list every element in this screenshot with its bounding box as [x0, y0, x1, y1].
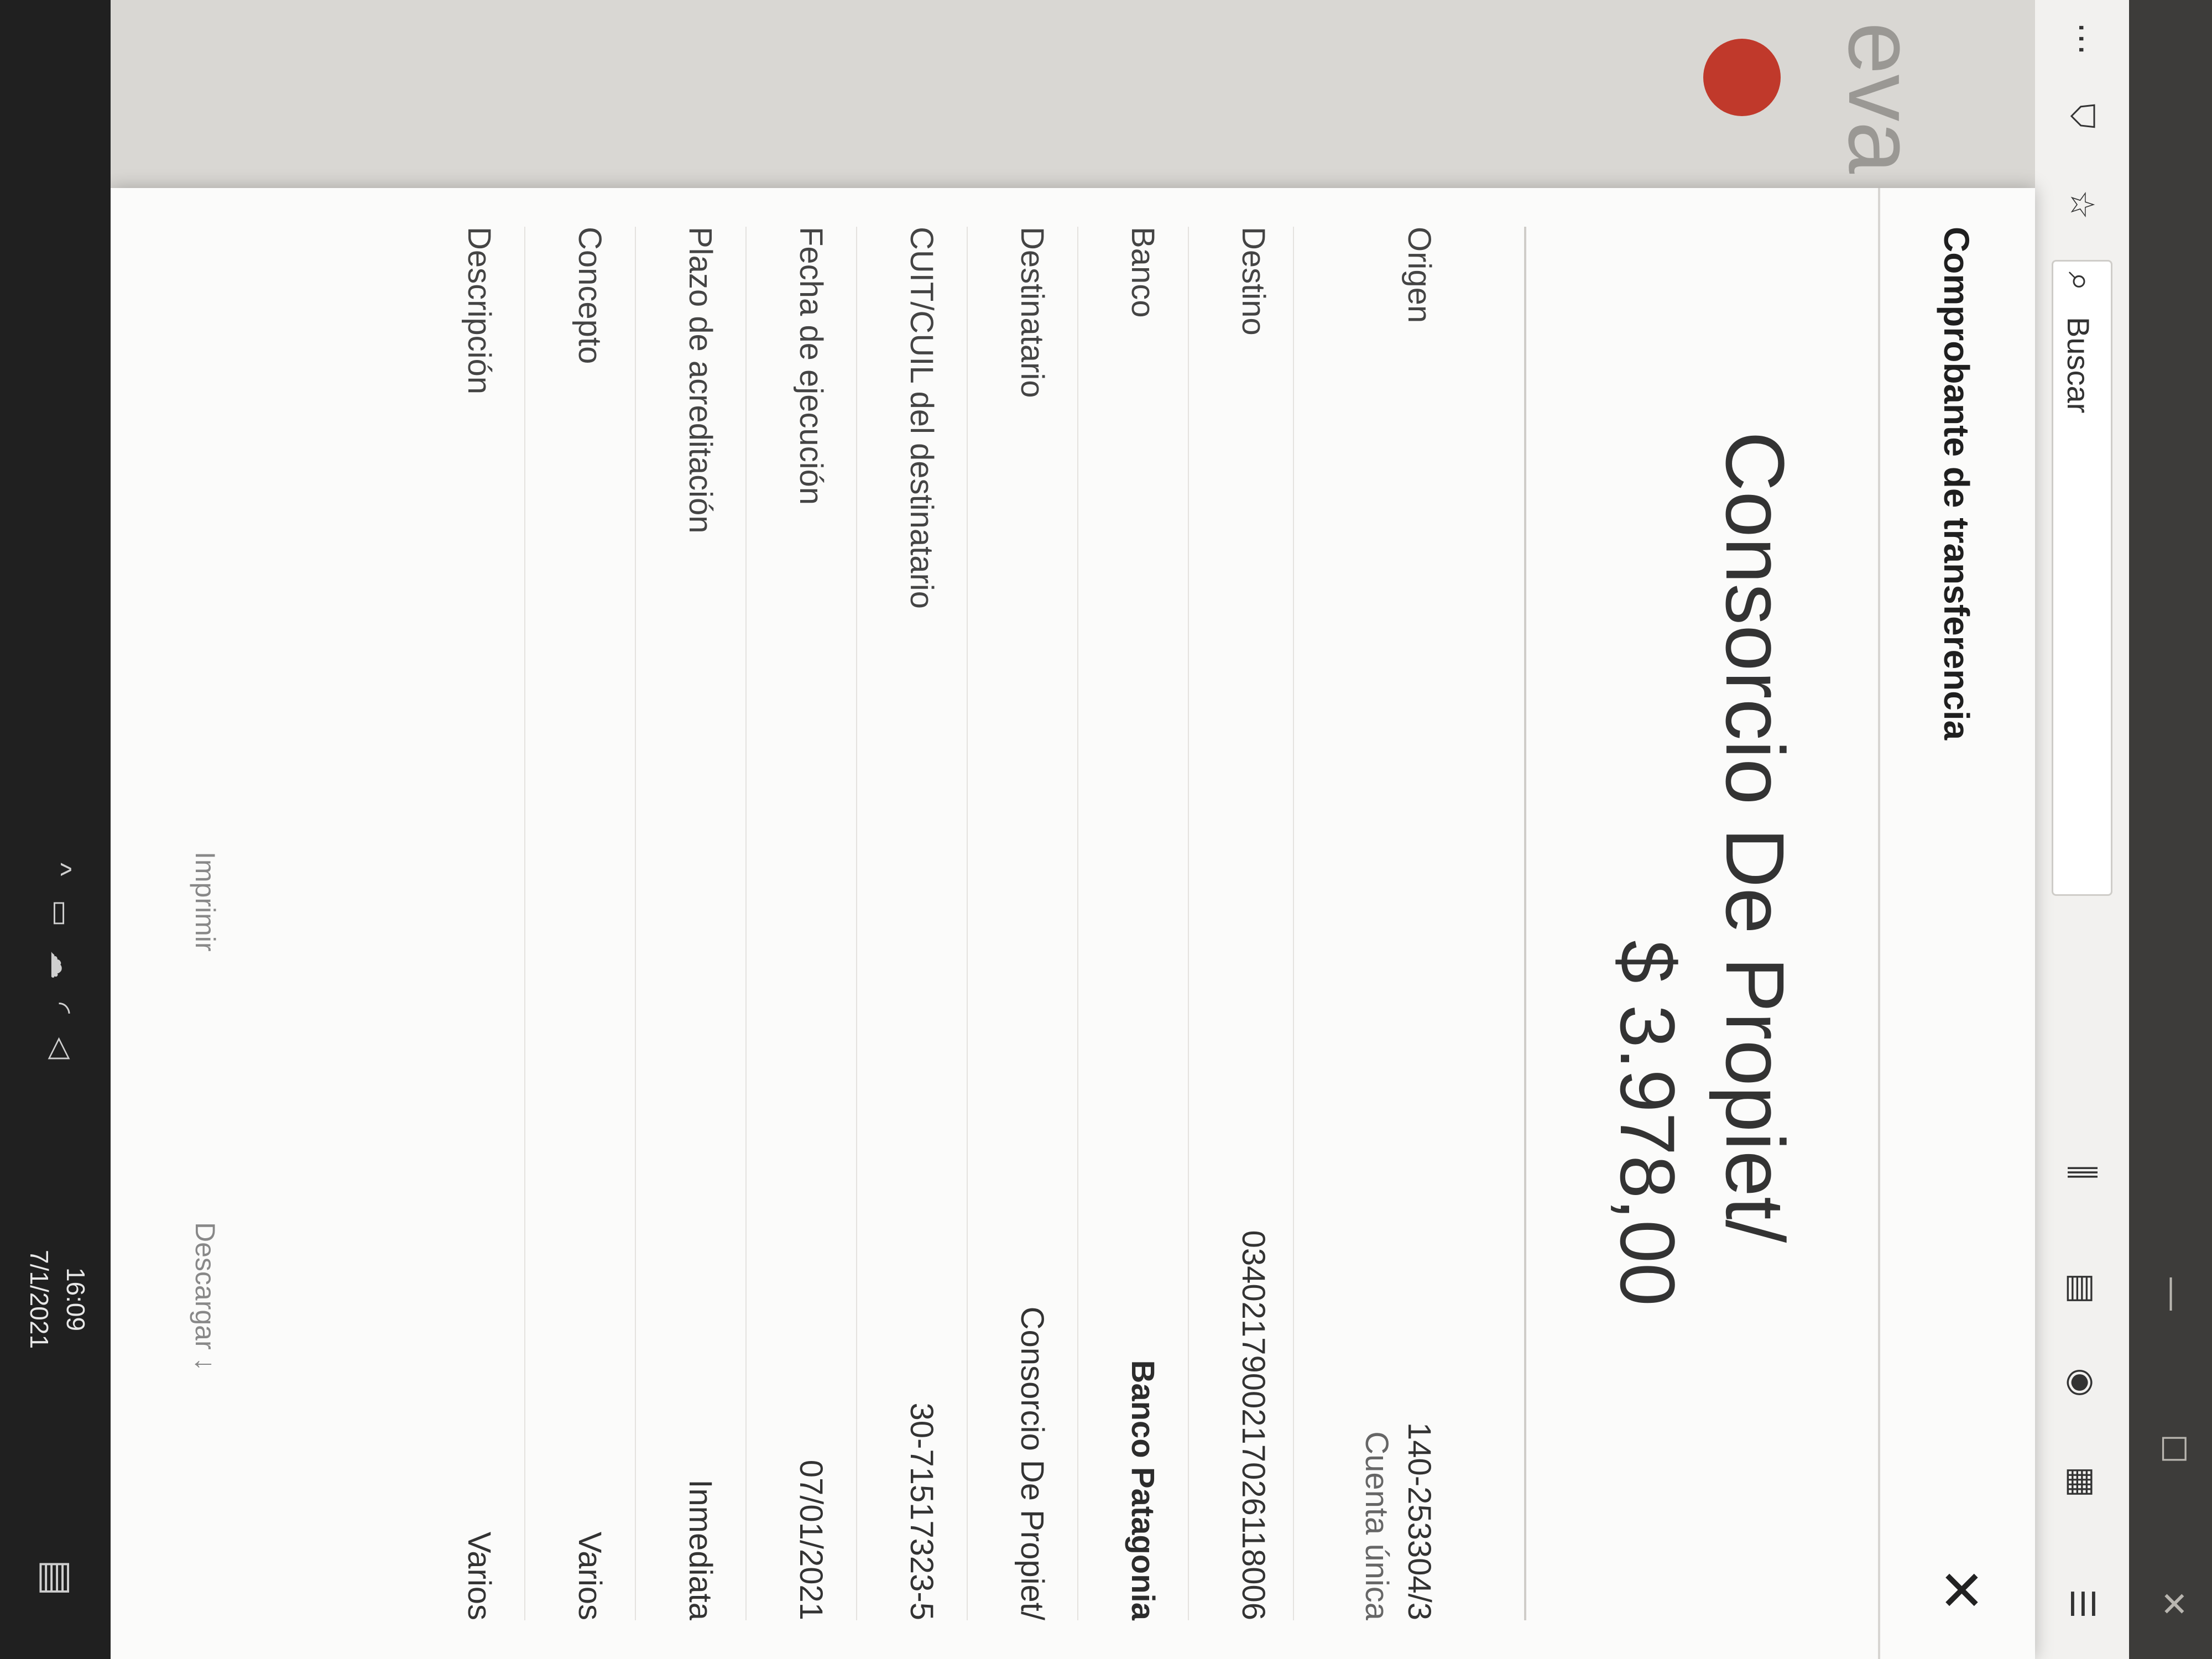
print-link[interactable]: Imprimir [189, 852, 221, 952]
system-tray: ^ ▭ ☁ ◜ ◁ [44, 863, 77, 1067]
library-icon[interactable]: ⫼ [2060, 1150, 2104, 1194]
detail-value: Banco Patagonia [1125, 1360, 1161, 1620]
maximize-icon[interactable]: ☐ [2151, 1427, 2195, 1471]
chevron-up-icon[interactable]: ^ [45, 863, 77, 884]
extensions-icon[interactable]: ▦ [2060, 1460, 2104, 1504]
detail-value: Inmediata [682, 1479, 718, 1620]
detail-value: 07/01/2021 [793, 1459, 829, 1620]
detail-label: Plazo de acreditación [682, 227, 718, 534]
detail-value: 30-71517323-5 [904, 1402, 940, 1620]
detail-row-banco: Banco Banco Patagonia [1077, 227, 1161, 1620]
detail-value: Consorcio De Propiet/ [1014, 1306, 1050, 1620]
notification-icon[interactable]: ▤ [35, 1559, 80, 1596]
transfer-receipt-modal: Comprobante de transferencia ✕ Consorcio… [111, 188, 2035, 1659]
detail-row-cuit: CUIT/CUIL del destinatario 30-71517323-5 [856, 227, 940, 1620]
pocket-icon[interactable]: ⛉ [2060, 94, 2104, 138]
detail-row-origen: Origen 140-253304/3 Cuenta única [1293, 227, 1438, 1620]
star-icon[interactable]: ☆ [2060, 182, 2104, 227]
minimize-icon[interactable]: — [2151, 1272, 2195, 1316]
sidebar-icon[interactable]: ▤ [2060, 1266, 2104, 1311]
cloud-icon[interactable]: ☁ [45, 950, 77, 987]
transfer-amount: $ 3.978,00 [1604, 940, 1691, 1306]
window-titlebar: ✕ ☐ — [2129, 0, 2212, 1659]
menu-dots-icon[interactable]: ⋯ [2060, 17, 2104, 61]
download-link[interactable]: Descargar ↓ [189, 1222, 221, 1371]
detail-row-concepto: Concepto Varios [524, 227, 608, 1620]
search-icon: ⌕ [2061, 272, 2101, 291]
battery-icon[interactable]: ▭ [45, 900, 77, 935]
hamburger-menu-icon[interactable]: ☰ [2060, 1582, 2104, 1626]
detail-value: 0340217900217026118006 [1235, 1230, 1271, 1620]
detail-row-destino: Destino 0340217900217026118006 [1188, 227, 1272, 1620]
detail-label: Destinatario [1014, 227, 1050, 398]
clock-time: 16:09 [61, 1267, 90, 1332]
account-icon[interactable]: ◉ [2060, 1360, 2104, 1405]
divider [1524, 227, 1526, 1620]
modal-title: Comprobante de transferencia [1937, 227, 1976, 740]
origin-account-type: Cuenta única [1359, 1431, 1395, 1620]
clock-date: 7/1/2021 [25, 1250, 54, 1349]
detail-label: Destino [1235, 227, 1271, 336]
volume-icon[interactable]: ◁ [45, 1037, 77, 1067]
wifi-icon[interactable]: ◜ [45, 1003, 77, 1021]
close-button[interactable]: ✕ [1929, 1559, 1991, 1620]
detail-label: Origen [1401, 227, 1437, 324]
detail-label: Fecha de ejecución [793, 227, 829, 505]
origin-account: 140-253304/3 [1401, 1422, 1437, 1620]
detail-row-descripcion: Descripción Varios [415, 227, 498, 1620]
taskbar: ^ ▭ ☁ ◜ ◁ 16:09 7/1/2021 ▤ [0, 0, 111, 1659]
detail-label: Banco [1125, 227, 1161, 318]
detail-row-plazo: Plazo de acreditación Inmediata [635, 227, 719, 1620]
taskbar-clock[interactable]: 16:09 7/1/2021 [21, 1250, 94, 1349]
detail-value: Varios [572, 1531, 608, 1620]
screen: ✕ ☐ — ⋯ ⛉ ☆ ⌕ Buscar ⫼ ▤ ◉ ▦ ☰ eva tra C… [0, 0, 2212, 1659]
detail-value: 140-253304/3 Cuenta única [1358, 1422, 1438, 1620]
detail-row-fecha: Fecha de ejecución 07/01/2021 [745, 227, 830, 1620]
detail-label: Descripción [461, 227, 497, 394]
notification-badge [1703, 39, 1781, 116]
detail-row-destinatario: Destinatario Consorcio De Propiet/ [967, 227, 1051, 1620]
close-icon[interactable]: ✕ [2151, 1582, 2195, 1626]
payee-name: Consorcio De Propiet/ [1709, 431, 1802, 1243]
search-placeholder: Buscar [2061, 317, 2096, 414]
browser-toolbar: ⋯ ⛉ ☆ ⌕ Buscar ⫼ ▤ ◉ ▦ ☰ [2034, 0, 2129, 1659]
detail-label: CUIT/CUIL del destinatario [904, 227, 940, 609]
detail-value: Varios [461, 1531, 497, 1620]
detail-label: Concepto [572, 227, 608, 364]
modal-header: Comprobante de transferencia ✕ [1878, 188, 2035, 1659]
search-input[interactable]: ⌕ Buscar [2052, 260, 2112, 896]
